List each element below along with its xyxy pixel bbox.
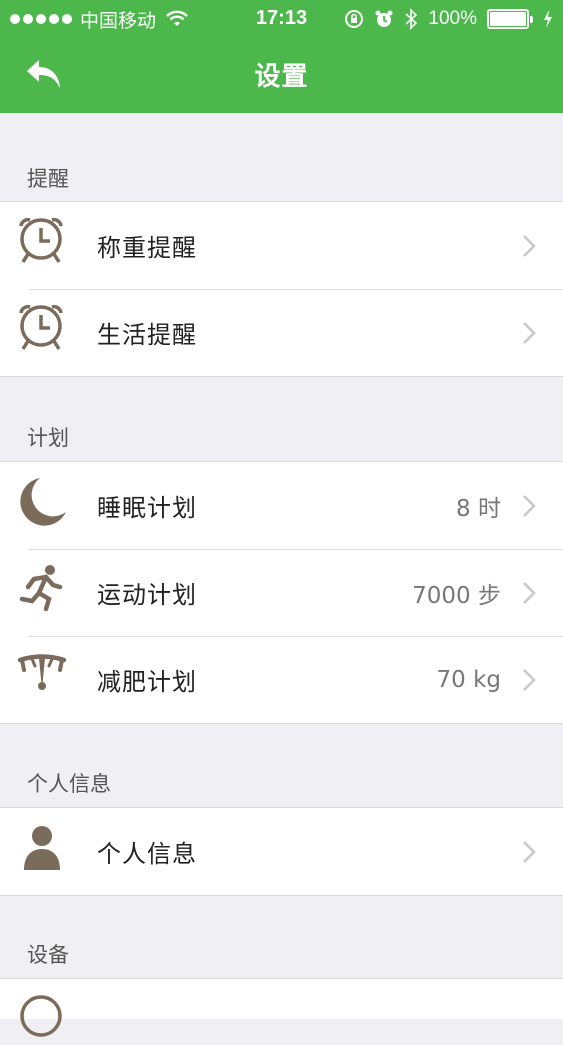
- page-title: 设置: [254, 62, 309, 92]
- reminders-group: 称重提醒 生活提醒: [0, 201, 563, 377]
- plans-group: 睡眠计划 8 时 运动计划 7000 步 减肥计划 70 kg: [0, 461, 563, 724]
- sleep-plan-value: 8 时: [456, 495, 501, 522]
- moon-icon: [20, 478, 66, 526]
- chevron-right-icon: [523, 494, 536, 517]
- life-reminder-row[interactable]: 生活提醒: [0, 289, 563, 376]
- chevron-right-icon: [523, 234, 536, 257]
- charging-icon: [544, 10, 552, 28]
- row-label: 减肥计划: [97, 668, 197, 696]
- alarm-clock-icon: [19, 217, 63, 263]
- personal-info-row[interactable]: 个人信息: [0, 808, 563, 895]
- status-bar-right: 100%: [344, 7, 553, 31]
- chevron-right-icon: [523, 321, 536, 344]
- navigation-bar: 设置: [0, 38, 563, 113]
- device-icon: [20, 995, 62, 1037]
- sleep-plan-row[interactable]: 睡眠计划 8 时: [0, 462, 563, 549]
- person-icon: [24, 826, 60, 870]
- row-label: 称重提醒: [97, 234, 197, 262]
- section-header-personal-info: 个人信息: [27, 772, 111, 796]
- exercise-plan-row[interactable]: 运动计划 7000 步: [0, 549, 563, 636]
- devices-group: [0, 978, 563, 1037]
- chevron-right-icon: [523, 668, 536, 691]
- rotation-lock-icon: [345, 10, 364, 28]
- section-header-reminders: 提醒: [27, 167, 69, 191]
- row-label: 生活提醒: [97, 321, 197, 349]
- running-person-icon: [19, 565, 63, 612]
- chevron-right-icon: [523, 840, 536, 863]
- chevron-right-icon: [523, 581, 536, 604]
- alarm-icon: [375, 10, 393, 27]
- section-header-devices: 设备: [27, 943, 69, 967]
- row-label: 运动计划: [97, 581, 197, 609]
- weigh-reminder-row[interactable]: 称重提醒: [0, 202, 563, 289]
- exercise-plan-value: 7000 步: [412, 582, 501, 609]
- section-header-plans: 计划: [27, 426, 69, 450]
- weight-loss-plan-value: 70 kg: [436, 666, 502, 693]
- status-bar: 中国移动 17:13 100%: [0, 0, 563, 38]
- alarm-clock-icon: [19, 304, 63, 350]
- row-label: 个人信息: [97, 840, 197, 868]
- bluetooth-icon: [405, 8, 418, 30]
- battery-icon: [487, 9, 533, 29]
- row-label: 睡眠计划: [97, 494, 197, 522]
- weight-loss-plan-row[interactable]: 减肥计划 70 kg: [0, 636, 563, 723]
- battery-percent: 100%: [428, 8, 477, 29]
- personal-info-group: 个人信息: [0, 807, 563, 896]
- scale-icon: [17, 654, 67, 690]
